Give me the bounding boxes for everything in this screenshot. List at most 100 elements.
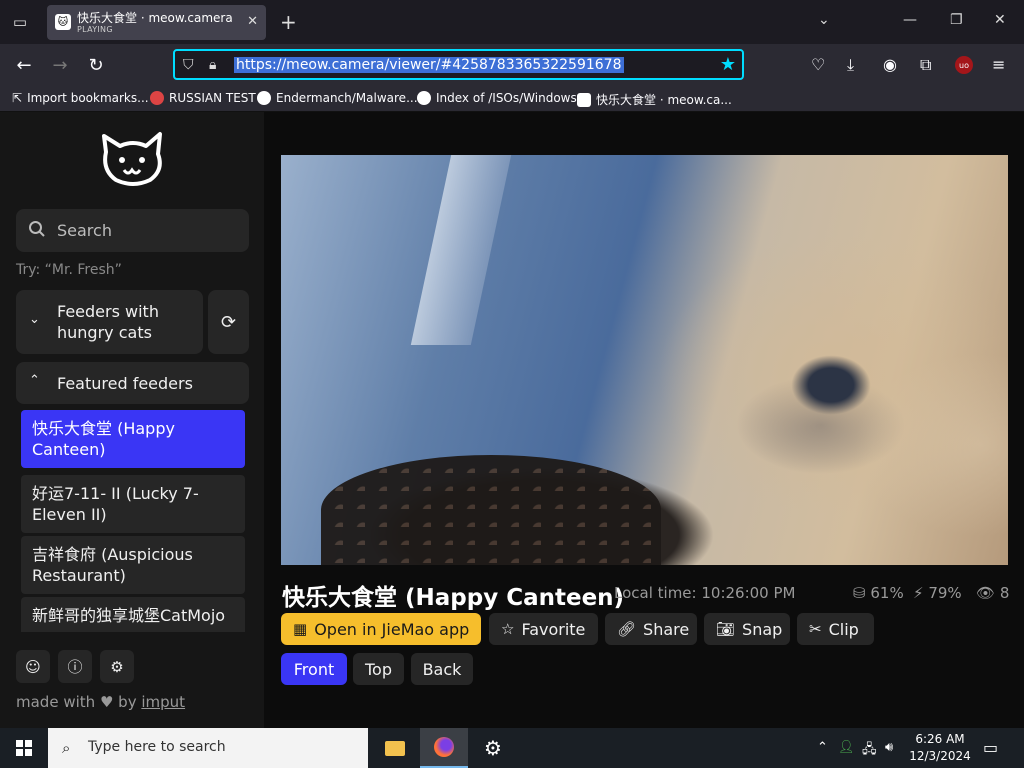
search-hint: Try: “Mr. Fresh” (16, 262, 122, 278)
link-icon: 🔗︎ (617, 620, 637, 638)
notifications-icon[interactable]: ▭ (983, 738, 998, 757)
reload-icon[interactable]: ↻ (84, 53, 108, 77)
favicon-icon (150, 91, 164, 105)
made-with-credit: made with ♥ by imput (16, 693, 186, 711)
share-button[interactable]: 🔗︎ Share (605, 613, 697, 645)
chevron-up-icon: ⌃ (29, 373, 40, 388)
search-icon: ⌕ (62, 739, 71, 757)
taskbar-search-placeholder: Type here to search (88, 739, 226, 755)
account-icon[interactable]: ◉ (883, 55, 897, 74)
bookmarks-bar: ⇱ Import bookmarks... RUSSIAN TEST Enderm… (0, 86, 1024, 112)
menu-icon[interactable]: ≡ (992, 55, 1005, 74)
address-bar[interactable]: ⛉ 🔒︎ https://meow.camera/viewer/#4258783… (173, 49, 744, 80)
clip-button[interactable]: ✂ Clip (797, 613, 874, 645)
feeder-item-lucky-7-eleven[interactable]: 好运7-11- II (Lucky 7-Eleven II) (21, 475, 245, 533)
browser-tab[interactable]: 🐱 快乐大食堂 · meow.camera PLAYING ✕ (47, 5, 266, 40)
video-kibble (321, 455, 661, 565)
import-icon: ⇱ (12, 91, 23, 105)
firefox-icon[interactable] (420, 728, 468, 768)
extensions-icon[interactable]: ⧉ (920, 55, 931, 75)
meow-cat-logo-icon[interactable] (100, 130, 166, 190)
view-front-button[interactable]: Front (281, 653, 347, 685)
forward-arrow-icon[interactable]: → (48, 53, 72, 77)
minimize-icon[interactable]: — (903, 12, 917, 28)
camera-icon: 📷︎ (716, 620, 736, 638)
feeder-item-auspicious-restaurant[interactable]: 吉祥食府 (Auspicious Restaurant) (21, 536, 245, 594)
list-all-tabs-icon[interactable]: ⌄ (818, 12, 830, 28)
food-level: ⛁ 61% (853, 584, 904, 602)
feeder-item-catmojo[interactable]: 新鲜哥的独享城堡CatMojo (21, 597, 245, 632)
restore-icon[interactable]: ❐ (950, 12, 963, 28)
star-icon: ☆ (501, 620, 515, 638)
system-clock[interactable]: 6:26 AM 12/3/2024 (906, 731, 974, 765)
volume-icon[interactable]: 🔊︎ (885, 740, 893, 755)
view-top-button[interactable]: Top (353, 653, 404, 685)
clock-date: 12/3/2024 (909, 749, 971, 763)
cat-favicon-icon (577, 92, 591, 107)
new-tab-button[interactable]: + (280, 12, 297, 32)
refresh-icon[interactable]: ⟳ (208, 290, 249, 354)
snap-button[interactable]: 📷︎ Snap (704, 613, 790, 645)
url-text[interactable]: https://meow.camera/viewer/#425878336532… (234, 57, 624, 73)
search-placeholder: Search (57, 221, 112, 240)
shield-icon[interactable]: ⛉ (183, 57, 194, 73)
browser-navbar: ← → ↻ ⛉ 🔒︎ https://meow.camera/viewer/#4… (0, 44, 1024, 86)
people-icon[interactable]: 👤︎ (838, 740, 855, 755)
taskbar-search-input[interactable]: ⌕ Type here to search (48, 728, 368, 768)
tab-title: 快乐大食堂 · meow.camera (77, 11, 233, 25)
browser-tabbar: ▭ 🐱 快乐大食堂 · meow.camera PLAYING ✕ + ⌄ — … (0, 0, 1024, 44)
author-link[interactable]: imput (141, 693, 185, 711)
windows-start-icon[interactable] (0, 728, 48, 768)
open-jiemao-button[interactable]: ▦ Open in JieMao app (281, 613, 481, 645)
file-explorer-icon[interactable] (371, 728, 419, 768)
google-icon (417, 91, 431, 105)
google-icon (257, 91, 271, 105)
feeder-item-happy-canteen[interactable]: 快乐大食堂 (Happy Canteen) (21, 410, 245, 468)
featured-feeders-label: Featured feeders (57, 374, 193, 393)
feeder-list: 快乐大食堂 (Happy Canteen) 好运7-11- II (Lucky … (16, 405, 249, 632)
scissors-icon: ✂ (809, 620, 822, 638)
lock-icon[interactable]: 🔒︎ (209, 57, 216, 73)
local-time: Local time: 10:26:00 PM (614, 584, 796, 602)
featured-feeders-toggle[interactable]: ⌃ Featured feeders (16, 362, 249, 404)
bookmark-russian-test[interactable]: RUSSIAN TEST (150, 91, 256, 105)
clock-time: 6:26 AM (915, 732, 965, 746)
window-close-icon[interactable]: ✕ (994, 12, 1006, 28)
camera-video[interactable] (281, 155, 1008, 565)
downloads-icon[interactable]: ⤓ (847, 55, 854, 75)
bookmark-isos[interactable]: Index of /ISOs/Windows (417, 91, 577, 105)
tab-list-icon[interactable]: ▭ (8, 10, 32, 34)
bookmark-endermanch[interactable]: Endermanch/Malware... (257, 91, 418, 105)
settings-icon[interactable]: ⚙ (100, 650, 134, 683)
close-tab-icon[interactable]: ✕ (247, 14, 258, 29)
windows-taskbar: ⌕ Type here to search ⚙ ⌃ 👤︎ 🖧︎ 🔊︎ 6:26 … (0, 728, 1024, 768)
favorite-button[interactable]: ☆ Favorite (489, 613, 598, 645)
discord-icon[interactable]: ☺ (16, 650, 50, 683)
eye-icon: 👁︎ (976, 584, 996, 602)
info-icon[interactable]: ⓘ (58, 650, 92, 683)
search-input[interactable]: Search (16, 209, 249, 252)
bookmark-import[interactable]: ⇱ Import bookmarks... (12, 91, 149, 105)
tab-playing-label: PLAYING (77, 25, 113, 34)
hungry-feeders-label: Feeders with hungry cats (57, 302, 159, 342)
qr-code-icon: ▦ (293, 620, 308, 638)
settings-gear-icon[interactable]: ⚙ (469, 728, 517, 768)
video-feeder-part (410, 155, 512, 345)
bookmark-star-icon[interactable]: ★ (720, 54, 736, 75)
back-arrow-icon[interactable]: ← (12, 53, 36, 77)
heart-icon: ♥ (99, 693, 114, 711)
power-level: ⚡ 79% (913, 584, 962, 602)
ublock-icon[interactable]: uo (955, 56, 973, 74)
pocket-icon[interactable]: ♡ (811, 55, 825, 74)
cat-favicon-icon: 🐱 (55, 14, 71, 30)
video-cat-eye (791, 355, 871, 415)
viewer-count: 👁︎ 8 (976, 584, 1010, 602)
hungry-feeders-toggle[interactable]: ⌄ Feeders with hungry cats (16, 290, 203, 354)
plug-icon: ⚡ (913, 584, 924, 602)
show-hidden-icons-icon[interactable]: ⌃ (817, 740, 828, 755)
view-back-button[interactable]: Back (411, 653, 473, 685)
sidebar: Search Try: “Mr. Fresh” ⌄ Feeders with h… (0, 112, 264, 728)
search-icon (29, 221, 45, 237)
network-icon[interactable]: 🖧︎ (862, 740, 877, 762)
bookmark-meow[interactable]: 快乐大食堂 · meow.ca... (577, 91, 732, 108)
